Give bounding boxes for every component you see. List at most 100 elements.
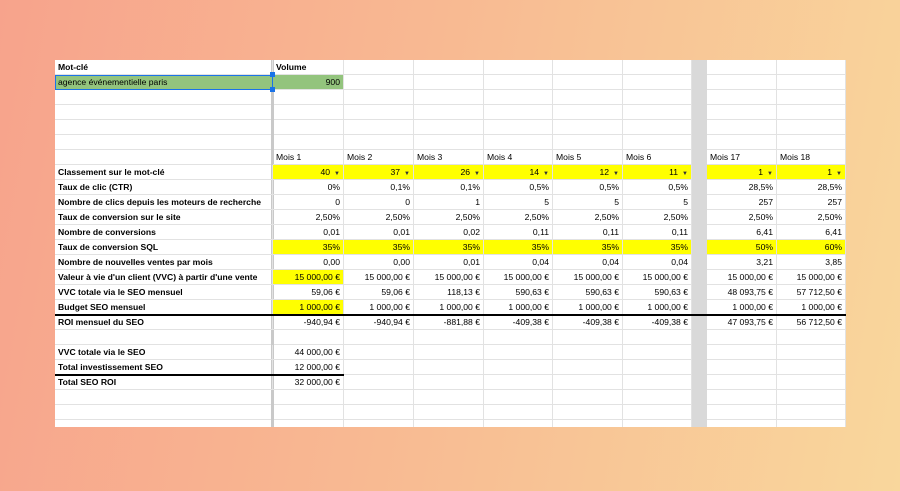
- empty-cell[interactable]: [553, 60, 623, 75]
- summary-label[interactable]: Total SEO ROI: [55, 375, 273, 390]
- row-label[interactable]: Taux de conversion SQL: [55, 240, 273, 255]
- empty-cell[interactable]: [553, 390, 623, 405]
- empty-cell[interactable]: [414, 375, 484, 390]
- empty-cell[interactable]: [623, 90, 692, 105]
- empty-cell[interactable]: [344, 330, 414, 345]
- empty-cell[interactable]: [344, 120, 414, 135]
- value-cell[interactable]: 0: [344, 195, 414, 210]
- value-cell[interactable]: 35%: [273, 240, 344, 255]
- value-cell[interactable]: 0,01: [414, 255, 484, 270]
- empty-cell[interactable]: [777, 405, 846, 420]
- empty-cell[interactable]: [55, 90, 273, 105]
- empty-cell[interactable]: [484, 135, 553, 150]
- value-cell[interactable]: 0,04: [623, 255, 692, 270]
- empty-cell[interactable]: [777, 390, 846, 405]
- value-cell[interactable]: 0,5%: [623, 180, 692, 195]
- empty-cell[interactable]: [344, 405, 414, 420]
- empty-cell[interactable]: [344, 420, 414, 427]
- empty-cell[interactable]: [273, 405, 344, 420]
- value-cell[interactable]: 0,00: [273, 255, 344, 270]
- value-cell[interactable]: 1 000,00 €: [344, 300, 414, 315]
- row-label[interactable]: ROI mensuel du SEO: [55, 315, 273, 330]
- value-cell[interactable]: 5: [484, 195, 553, 210]
- empty-cell[interactable]: [623, 330, 692, 345]
- value-cell[interactable]: 15 000,00 €: [273, 270, 344, 285]
- value-cell[interactable]: 47 093,75 €: [707, 315, 777, 330]
- empty-cell[interactable]: [777, 75, 846, 90]
- value-cell[interactable]: 0,01: [344, 225, 414, 240]
- empty-cell[interactable]: [344, 375, 414, 390]
- value-cell[interactable]: 50%: [707, 240, 777, 255]
- value-cell[interactable]: 28,5%: [707, 180, 777, 195]
- value-cell[interactable]: 35%: [344, 240, 414, 255]
- value-cell[interactable]: 48 093,75 €: [707, 285, 777, 300]
- volume-cell[interactable]: 900: [273, 75, 344, 90]
- value-cell[interactable]: 0%: [273, 180, 344, 195]
- value-cell[interactable]: 1 000,00 €: [623, 300, 692, 315]
- value-cell[interactable]: 2,50%: [777, 210, 846, 225]
- selection-handle[interactable]: [270, 72, 275, 77]
- value-cell[interactable]: 35%: [623, 240, 692, 255]
- empty-cell[interactable]: [553, 135, 623, 150]
- empty-cell[interactable]: [484, 390, 553, 405]
- row-label[interactable]: VVC totale via le SEO mensuel: [55, 285, 273, 300]
- value-cell[interactable]: 59,06 €: [273, 285, 344, 300]
- empty-cell[interactable]: [344, 90, 414, 105]
- dropdown-arrow-icon[interactable]: ▼: [613, 171, 619, 177]
- empty-cell[interactable]: [777, 360, 846, 375]
- value-cell[interactable]: 15 000,00 €: [777, 270, 846, 285]
- month-header[interactable]: Mois 1: [273, 150, 344, 165]
- empty-cell[interactable]: [553, 120, 623, 135]
- empty-cell[interactable]: [777, 420, 846, 427]
- empty-cell[interactable]: [414, 60, 484, 75]
- dropdown-arrow-icon[interactable]: ▼: [474, 171, 480, 177]
- empty-cell[interactable]: [553, 330, 623, 345]
- value-cell[interactable]: 0,1%: [414, 180, 484, 195]
- empty-cell[interactable]: [623, 135, 692, 150]
- empty-cell[interactable]: [55, 330, 273, 345]
- empty-cell[interactable]: [623, 105, 692, 120]
- dropdown-cell[interactable]: 37 ▼: [344, 165, 414, 180]
- value-cell[interactable]: 1 000,00 €: [273, 300, 344, 315]
- value-cell[interactable]: 56 712,50 €: [777, 315, 846, 330]
- empty-cell[interactable]: [707, 120, 777, 135]
- row-label[interactable]: Classement sur le mot-clé: [55, 165, 273, 180]
- month-header[interactable]: Mois 17: [707, 150, 777, 165]
- empty-cell[interactable]: [55, 135, 273, 150]
- month-header[interactable]: Mois 2: [344, 150, 414, 165]
- empty-cell[interactable]: [484, 420, 553, 427]
- value-cell[interactable]: -409,38 €: [623, 315, 692, 330]
- empty-cell[interactable]: [623, 360, 692, 375]
- value-cell[interactable]: 2,50%: [414, 210, 484, 225]
- keyword-cell[interactable]: agence événementielle paris: [55, 75, 273, 90]
- empty-cell[interactable]: [777, 345, 846, 360]
- summary-label[interactable]: Total investissement SEO: [55, 360, 273, 375]
- summary-value[interactable]: 12 000,00 €: [273, 360, 344, 375]
- value-cell[interactable]: 3,21: [707, 255, 777, 270]
- value-cell[interactable]: 0,01: [273, 225, 344, 240]
- empty-cell[interactable]: [623, 375, 692, 390]
- selection-fill-handle[interactable]: [270, 87, 275, 92]
- empty-cell[interactable]: [777, 90, 846, 105]
- empty-cell[interactable]: [55, 150, 273, 165]
- value-cell[interactable]: 3,85: [777, 255, 846, 270]
- empty-cell[interactable]: [273, 120, 344, 135]
- value-cell[interactable]: -409,38 €: [553, 315, 623, 330]
- dropdown-arrow-icon[interactable]: ▼: [767, 171, 773, 177]
- empty-cell[interactable]: [707, 375, 777, 390]
- month-header[interactable]: Mois 18: [777, 150, 846, 165]
- empty-cell[interactable]: [344, 360, 414, 375]
- value-cell[interactable]: 0: [273, 195, 344, 210]
- value-cell[interactable]: 2,50%: [273, 210, 344, 225]
- value-cell[interactable]: 60%: [777, 240, 846, 255]
- value-cell[interactable]: 118,13 €: [414, 285, 484, 300]
- empty-cell[interactable]: [553, 375, 623, 390]
- dropdown-cell[interactable]: 40 ▼: [273, 165, 344, 180]
- empty-cell[interactable]: [414, 390, 484, 405]
- value-cell[interactable]: 0,11: [623, 225, 692, 240]
- empty-cell[interactable]: [484, 120, 553, 135]
- empty-cell[interactable]: [414, 345, 484, 360]
- value-cell[interactable]: 0,1%: [344, 180, 414, 195]
- empty-cell[interactable]: [273, 135, 344, 150]
- empty-cell[interactable]: [623, 405, 692, 420]
